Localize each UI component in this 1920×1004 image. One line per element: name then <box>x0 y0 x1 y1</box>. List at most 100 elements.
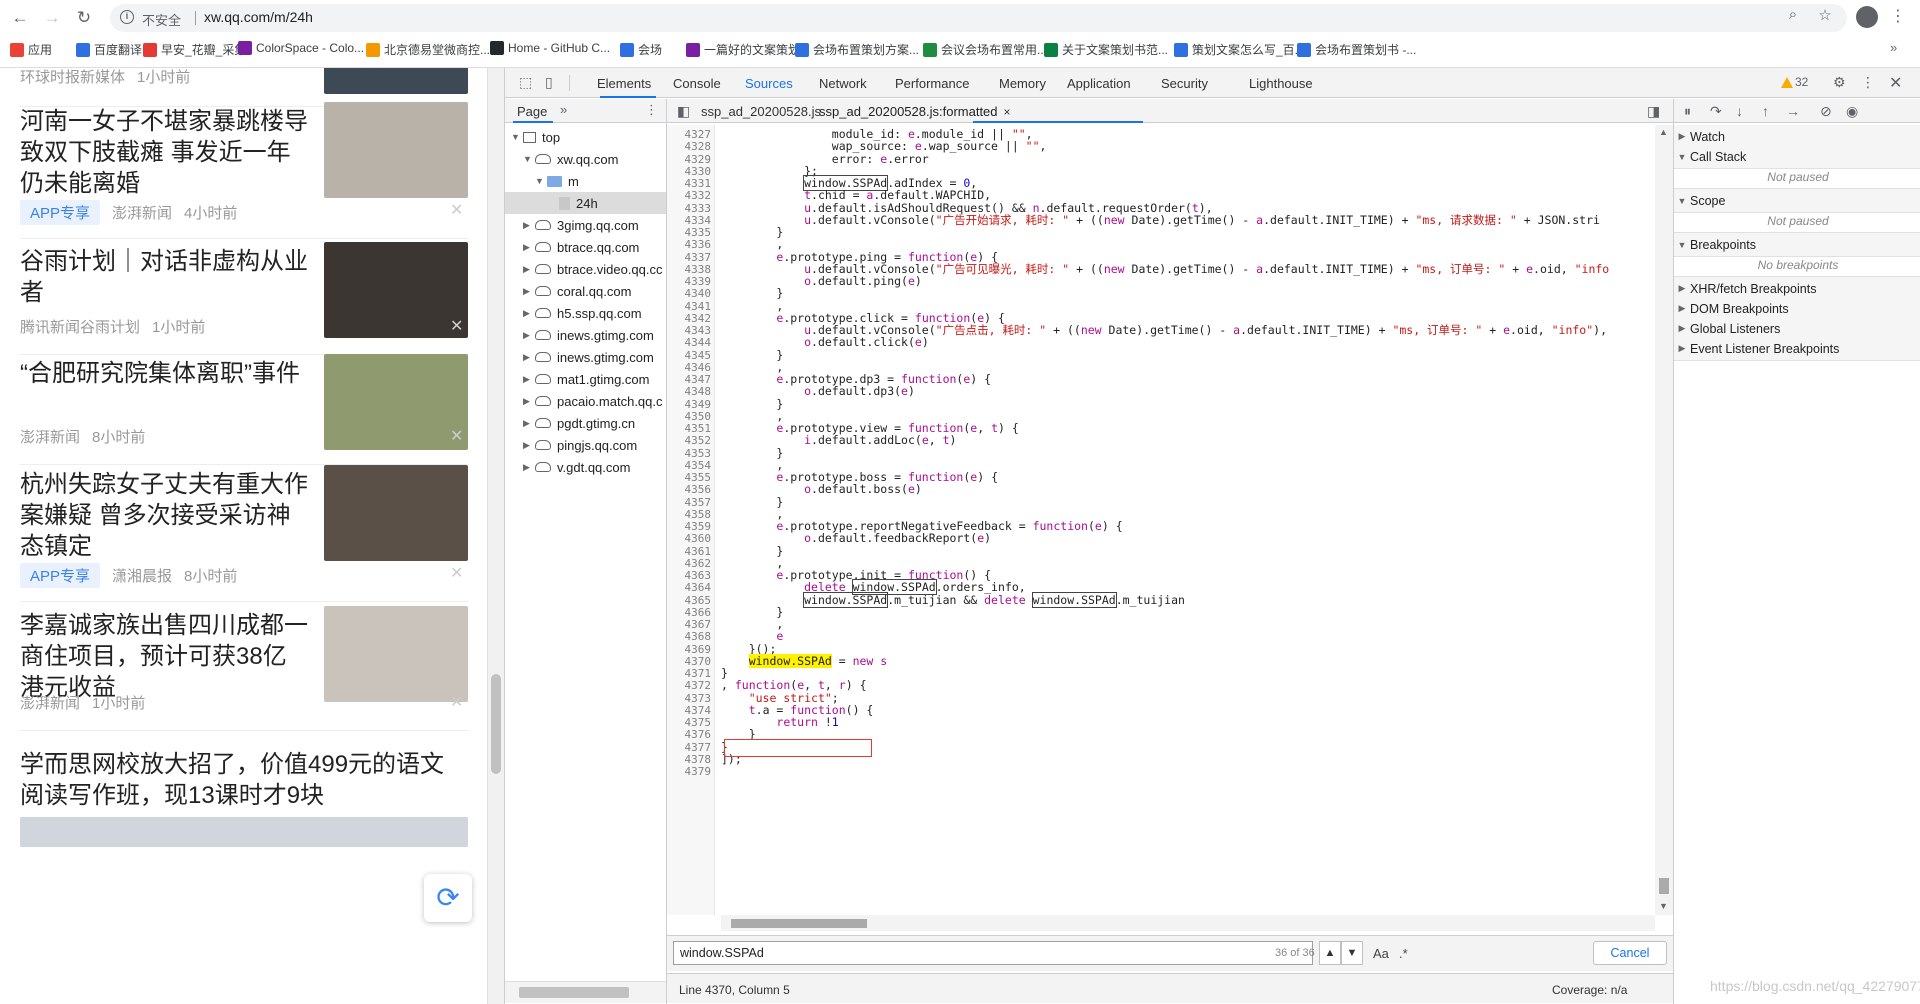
device-toolbar-icon[interactable]: ▯ <box>545 74 553 91</box>
tree-item[interactable]: ▶ pgdt.gtimg.cn <box>505 412 666 434</box>
reload-icon[interactable]: ↻ <box>72 6 96 30</box>
collapse-arrow-icon[interactable]: ▶ <box>523 264 535 275</box>
close-tab-icon[interactable]: × <box>1004 105 1011 119</box>
toggle-debugger-icon[interactable]: ◨ <box>1647 103 1660 120</box>
tree-item[interactable]: ▶ pacaio.match.qq.c <box>505 390 666 412</box>
bookmarks-more-icon[interactable]: » <box>1890 40 1897 55</box>
tree-item[interactable]: ▶ inews.gtimg.com <box>505 324 666 346</box>
news-title[interactable]: 谷雨计划｜对话非虚构从业者 <box>20 246 310 308</box>
deactivate-breakpoints-icon[interactable]: ⊘ <box>1820 103 1832 120</box>
tree-item[interactable]: ▶ v.gdt.qq.com <box>505 456 666 478</box>
tab-page[interactable]: Page <box>517 104 547 119</box>
zoom-search-icon[interactable]: ⌕ <box>1783 6 1803 23</box>
collapse-arrow-icon[interactable]: ▶ <box>523 440 535 451</box>
line-gutter[interactable]: 4327 4328 4329 4330 4331 4332 4333 4334 4335 4336… <box>667 125 715 915</box>
bookmark-item[interactable]: 会议会场布置常用... <box>923 41 1047 58</box>
bookmark-item[interactable]: 应用 <box>10 41 52 58</box>
tree-item[interactable]: ▶ 3gimg.qq.com <box>505 214 666 236</box>
file-tab-formatted[interactable]: ssp_ad_20200528.js:formatted × <box>819 104 1011 119</box>
collapse-arrow-icon[interactable]: ▶ <box>523 374 535 385</box>
news-thumbnail[interactable] <box>324 68 468 94</box>
section-arrow-icon[interactable]: ▶ <box>1674 283 1690 294</box>
bookmark-item[interactable]: 关于文案策划书范... <box>1044 41 1168 58</box>
dismiss-icon[interactable]: ✕ <box>450 563 463 583</box>
expand-arrow-icon[interactable]: ▼ <box>523 154 535 164</box>
code-line[interactable]: u.default.vConsole("广告开始请求, 耗时: " + ((ne… <box>721 213 1600 228</box>
hscroll-thumb[interactable] <box>519 987 629 998</box>
devtools-more-icon[interactable]: ⋮ <box>1861 74 1875 91</box>
section-arrow-icon[interactable]: ▶ <box>1674 343 1690 354</box>
collapse-arrow-icon[interactable]: ▶ <box>523 308 535 319</box>
code-content[interactable]: module_id: e.module_id || "", wap_source… <box>721 125 1641 915</box>
section-arrow-icon[interactable]: ▼ <box>1674 152 1690 162</box>
tree-item[interactable]: ▼ top <box>505 126 666 148</box>
tree-item[interactable]: ▶ btrace.qq.com <box>505 236 666 258</box>
bookmark-item[interactable]: 会场布置策划书 -... <box>1297 41 1416 58</box>
expand-arrow-icon[interactable]: ▼ <box>535 176 547 186</box>
news-thumbnail[interactable] <box>324 102 468 198</box>
tree-item[interactable]: ▶ mat1.gtimg.com <box>505 368 666 390</box>
news-title[interactable]: 杭州失踪女子丈夫有重大作案嫌疑 曾多次接受采访神态镇定 <box>20 469 310 562</box>
step-out-icon[interactable]: ↑ <box>1762 103 1769 119</box>
previous-match-button[interactable]: ▲ <box>1319 941 1341 965</box>
tree-item[interactable]: ▼ m <box>505 170 666 192</box>
omnibox[interactable]: i 不安全 xw.qq.com/m/24h <box>110 4 1847 32</box>
section-arrow-icon[interactable]: ▼ <box>1674 240 1690 250</box>
news-title[interactable]: 河南一女子不堪家暴跳楼导致双下肢截瘫 事发近一年仍未能离婚 <box>20 106 310 199</box>
code-line[interactable]: window.SSPAd = new s <box>721 653 887 669</box>
tree-item[interactable]: ▶ btrace.video.qq.cc <box>505 258 666 280</box>
more-icon[interactable]: ⋮ <box>1890 6 1906 26</box>
news-thumbnail[interactable] <box>324 354 468 450</box>
tab-application[interactable]: Application <box>1067 76 1131 91</box>
tree-item[interactable]: 24h <box>505 192 666 214</box>
page-scrollbar[interactable] <box>487 68 504 1004</box>
hscroll-thumb[interactable] <box>731 919 867 928</box>
forward-arrow-icon[interactable]: → <box>40 6 64 30</box>
collapse-arrow-icon[interactable]: ▶ <box>523 220 535 231</box>
step-icon[interactable]: → <box>1786 103 1800 119</box>
bookmark-item[interactable]: 百度翻译 <box>76 41 142 58</box>
tab-sources[interactable]: Sources <box>745 76 793 91</box>
step-over-icon[interactable]: ↷ <box>1710 103 1722 120</box>
expand-arrow-icon[interactable]: ▼ <box>511 132 523 142</box>
star-icon[interactable]: ☆ <box>1815 6 1835 24</box>
step-into-icon[interactable]: ↓ <box>1736 103 1743 119</box>
scrollbar-thumb[interactable] <box>491 674 501 774</box>
info-icon[interactable]: i <box>120 10 134 24</box>
search-input[interactable]: window.SSPAd <box>673 941 1313 965</box>
editor-hscroll[interactable] <box>721 915 1655 931</box>
tab-memory[interactable]: Memory <box>999 76 1046 91</box>
tree-item[interactable]: ▶ coral.qq.com <box>505 280 666 302</box>
section-arrow-icon[interactable]: ▼ <box>1674 196 1690 206</box>
collapse-arrow-icon[interactable]: ▶ <box>523 286 535 297</box>
match-case-button[interactable]: Aa <box>1373 946 1389 961</box>
tree-item[interactable]: ▶ h5.ssp.qq.com <box>505 302 666 324</box>
bookmark-item[interactable]: 早安_花瓣_采集 <box>143 41 246 58</box>
dismiss-icon[interactable]: ✕ <box>450 426 463 446</box>
url-text[interactable]: xw.qq.com/m/24h <box>204 9 313 25</box>
gear-icon[interactable]: ⚙ <box>1833 74 1846 91</box>
tab-network[interactable]: Network <box>819 76 867 91</box>
bookmark-item[interactable]: 策划文案怎么写_百... <box>1174 41 1305 58</box>
next-match-button[interactable]: ▼ <box>1341 941 1363 965</box>
tab-security[interactable]: Security <box>1161 76 1208 91</box>
dismiss-icon[interactable]: ✕ <box>450 692 463 712</box>
toggle-navigator-icon[interactable]: ◧ <box>677 103 690 120</box>
bookmark-item[interactable]: 会场 <box>620 41 662 58</box>
file-tab-original[interactable]: ssp_ad_20200528.js <box>701 104 821 119</box>
news-thumbnail[interactable] <box>324 242 468 338</box>
section-arrow-icon[interactable]: ▶ <box>1674 323 1690 334</box>
bookmark-item[interactable]: ColorSpace - Colo... <box>238 41 364 55</box>
tree-item[interactable]: ▶ pingjs.qq.com <box>505 434 666 456</box>
collapse-arrow-icon[interactable]: ▶ <box>523 462 535 473</box>
news-thumbnail[interactable] <box>324 465 468 561</box>
tab-lighthouse[interactable]: Lighthouse <box>1249 76 1313 91</box>
scroll-up-icon[interactable]: ▲ <box>1659 127 1668 137</box>
collapse-arrow-icon[interactable]: ▶ <box>523 242 535 253</box>
section-arrow-icon[interactable]: ▶ <box>1674 131 1690 142</box>
scroll-down-icon[interactable]: ▼ <box>1659 901 1668 911</box>
news-title[interactable]: 李嘉诚家族出售四川成都一商住项目，预计可获38亿港元收益 <box>20 610 310 703</box>
tab-elements[interactable]: Elements <box>597 76 651 91</box>
tree-item[interactable]: ▶ inews.gtimg.com <box>505 346 666 368</box>
bookmark-item[interactable]: 会场布置策划方案... <box>795 41 919 58</box>
